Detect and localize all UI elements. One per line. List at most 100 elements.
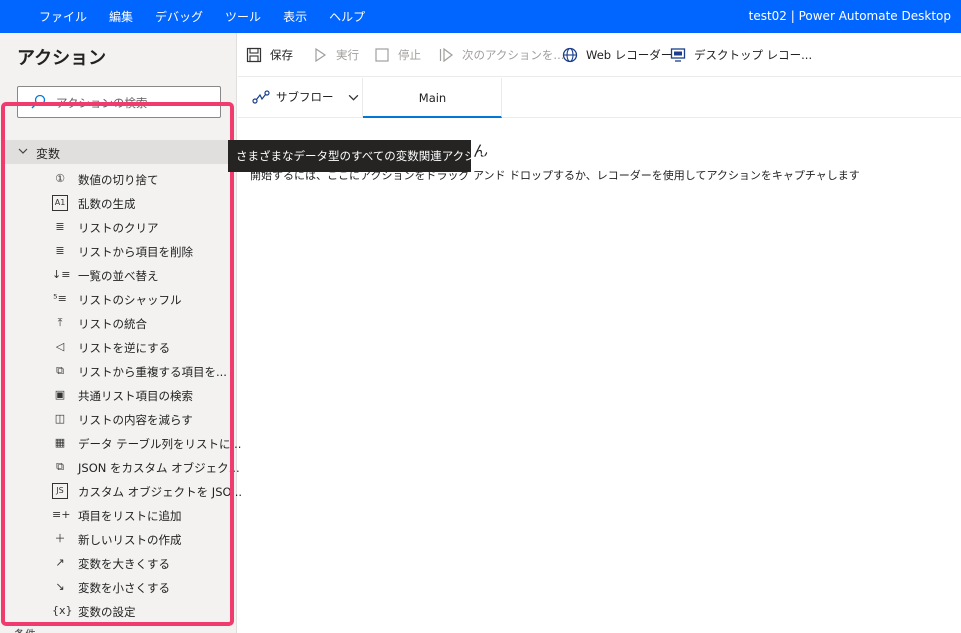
web-recorder-label: Web レコーダー (586, 48, 673, 62)
group-variables[interactable]: 変数 (5, 140, 231, 164)
action-item[interactable]: ⧉ リストから重複する項目を... (5, 359, 231, 383)
menu-view[interactable]: 表示 (283, 8, 307, 25)
step-icon (439, 47, 453, 63)
monitor-icon (670, 48, 686, 62)
actions-panel: アクション アクションの検索 変数 ① 数値の切り捨て A1 乱数の生成 ≣ リストの… (0, 33, 242, 633)
run-button[interactable]: 実行 (312, 45, 359, 65)
action-label: カスタム オブジェクトを JSO... (78, 485, 243, 499)
group-conditions[interactable]: 条件 (14, 626, 36, 633)
action-item[interactable]: ↓≡ 一覧の並べ替え (5, 263, 231, 287)
subtract-list-icon: ◫ (54, 412, 66, 425)
action-item[interactable]: ≣ リストから項目を削除 (5, 239, 231, 263)
action-label: JSON をカスタム オブジェク... (78, 461, 240, 475)
action-item[interactable]: ⧉ JSON をカスタム オブジェク... (5, 455, 240, 479)
run-label: 実行 (336, 48, 359, 62)
desktop-recorder-label: デスクトップ レコー... (694, 48, 813, 62)
variable-icon: {x} (52, 604, 73, 617)
increase-icon: ↗ (55, 556, 65, 569)
action-label: リストの統合 (78, 317, 147, 331)
action-label: リストの内容を減らす (78, 413, 193, 427)
search-icon (31, 94, 46, 109)
truncate-number-icon: ① (55, 172, 65, 185)
subflow-dropdown[interactable]: サブフロー (252, 89, 359, 105)
save-label: 保存 (270, 48, 293, 62)
action-item[interactable]: ◁ リストを逆にする (5, 335, 231, 359)
chevron-down-icon (18, 148, 28, 154)
action-item[interactable]: ▦ データ テーブル列をリストに... (5, 431, 242, 455)
action-label: 乱数の生成 (78, 197, 136, 211)
random-number-icon: A1 (52, 195, 68, 211)
menu-debug[interactable]: デバッグ (155, 8, 203, 25)
menu-bar: ファイル 編集 デバッグ ツール 表示 ヘルプ (28, 0, 376, 33)
action-label: リストのシャッフル (78, 293, 182, 307)
app-window: ファイル 編集 デバッグ ツール 表示 ヘルプ test02 | Power A… (0, 0, 961, 633)
merge-list-icon: ⤒ (57, 316, 63, 329)
toolbar: 保存 実行 停止 次のアクションを... Web レコーダー デスクトップ レコ… (238, 33, 961, 77)
tab-bar: サブフロー Main (238, 78, 961, 118)
action-item[interactable]: ＋ 新しいリストの作成 (5, 527, 231, 551)
group-label: 変数 (36, 147, 61, 161)
tab-main[interactable]: Main (363, 78, 502, 118)
action-item[interactable]: ⁵≡ リストのシャッフル (5, 287, 231, 311)
chevron-down-icon (348, 94, 358, 101)
menu-tools[interactable]: ツール (225, 8, 261, 25)
menu-edit[interactable]: 編集 (109, 8, 133, 25)
action-item[interactable]: ↘ 変数を小さくする (5, 575, 231, 599)
action-item[interactable]: A1 乱数の生成 (5, 191, 231, 215)
search-input[interactable]: アクションの検索 (17, 86, 221, 118)
action-label: リストから項目を削除 (78, 245, 193, 259)
action-label: 変数を小さくする (78, 581, 170, 595)
action-item[interactable]: {x} 変数の設定 (5, 599, 231, 623)
action-label: 新しいリストの作成 (78, 533, 182, 547)
action-label: 数値の切り捨て (78, 173, 159, 187)
action-item[interactable]: ↗ 変数を大きくする (5, 551, 231, 575)
action-item[interactable]: ▣ 共通リスト項目の検索 (5, 383, 231, 407)
window-title: test02 | Power Automate Desktop (748, 9, 951, 23)
json-icon: JS (52, 483, 68, 499)
action-label: 変数の設定 (78, 605, 136, 619)
remove-item-icon: ≣ (55, 244, 65, 257)
globe-icon (562, 47, 578, 63)
action-label: データ テーブル列をリストに... (78, 437, 242, 451)
panel-title: アクション (17, 48, 107, 69)
menu-help[interactable]: ヘルプ (329, 8, 365, 25)
desktop-recorder-button[interactable]: デスクトップ レコー... (670, 45, 812, 65)
tooltip: さまざまなデータ型のすべての変数関連アクション (228, 140, 499, 172)
action-item[interactable]: ≡+ 項目をリストに追加 (5, 503, 231, 527)
action-label: リストのクリア (78, 221, 159, 235)
menu-file[interactable]: ファイル (39, 8, 87, 25)
action-item[interactable]: ◫ リストの内容を減らす (5, 407, 231, 431)
stop-button[interactable]: 停止 (374, 45, 421, 65)
search-placeholder: アクションの検索 (56, 96, 148, 110)
action-item[interactable]: JS カスタム オブジェクトを JSO... (5, 479, 242, 503)
action-label: リストを逆にする (78, 341, 171, 355)
add-to-list-icon: ≡+ (52, 508, 71, 521)
action-item[interactable]: ≣ リストのクリア (5, 215, 231, 239)
subflow-icon (252, 90, 270, 104)
action-label: 項目をリストに追加 (78, 509, 182, 523)
json-convert-icon: ⧉ (56, 460, 64, 473)
action-list: ① 数値の切り捨て A1 乱数の生成 ≣ リストのクリア ≣ リストから項目を削除 ↓≡… (5, 167, 242, 623)
save-icon (246, 47, 262, 63)
next-action-button[interactable]: 次のアクションを... (438, 45, 564, 65)
shuffle-list-icon: ⁵≡ (53, 292, 67, 305)
save-button[interactable]: 保存 (246, 45, 293, 65)
action-item[interactable]: ⤒ リストの統合 (5, 311, 231, 335)
subflow-label: サブフロー (276, 90, 334, 104)
datatable-column-icon: ▦ (54, 436, 66, 449)
reverse-list-icon: ◁ (55, 340, 65, 353)
stop-icon (375, 48, 389, 62)
action-label: 共通リスト項目の検索 (78, 389, 193, 403)
action-label: リストから重複する項目を... (78, 365, 227, 379)
clear-list-icon: ≣ (55, 220, 65, 233)
stop-label: 停止 (398, 48, 421, 62)
decrease-icon: ↘ (55, 580, 65, 593)
title-bar: ファイル 編集 デバッグ ツール 表示 ヘルプ test02 | Power A… (0, 0, 961, 33)
action-label: 一覧の並べ替え (78, 269, 159, 283)
action-item[interactable]: ① 数値の切り捨て (5, 167, 231, 191)
tab-main-label: Main (418, 91, 447, 105)
next-action-label: 次のアクションを... (462, 48, 565, 62)
action-label: 変数を大きくする (78, 557, 170, 571)
sort-list-icon: ↓≡ (52, 268, 71, 281)
web-recorder-button[interactable]: Web レコーダー (562, 45, 672, 65)
